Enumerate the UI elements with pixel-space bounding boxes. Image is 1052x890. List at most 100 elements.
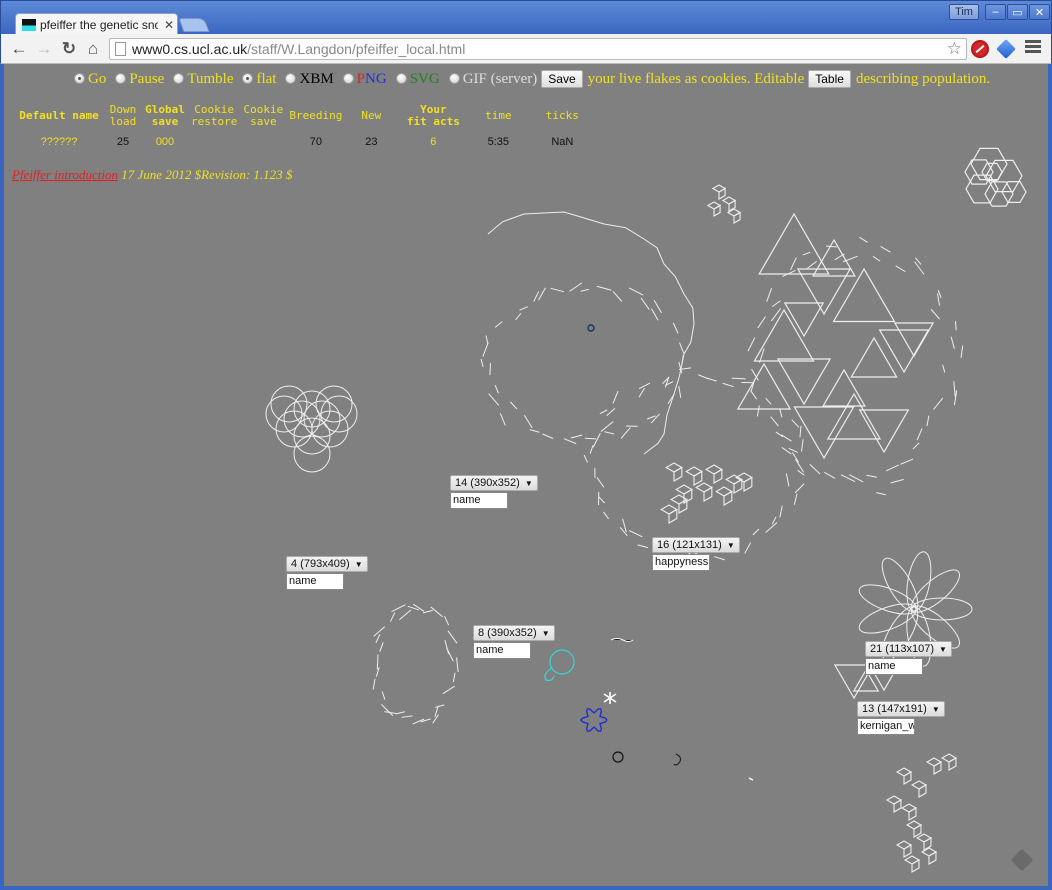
table-button[interactable]: Table bbox=[808, 70, 851, 88]
flake-dash bbox=[650, 413, 660, 424]
flake-dash bbox=[678, 385, 682, 398]
rhombus-mark bbox=[895, 840, 913, 850]
flake-dash bbox=[775, 431, 784, 438]
flake-black-small bbox=[612, 751, 624, 763]
new-tab-button[interactable] bbox=[178, 18, 210, 32]
rhombus-mark bbox=[733, 478, 743, 494]
rhombus-mark bbox=[928, 851, 937, 865]
flake-dash bbox=[494, 321, 503, 328]
flake-dash bbox=[569, 282, 583, 292]
hexagon-mark bbox=[985, 159, 1023, 193]
flake-dash bbox=[435, 704, 445, 708]
flake-name-input-16[interactable]: happyness bbox=[652, 554, 710, 571]
flake-name-input-14[interactable]: name bbox=[450, 492, 508, 509]
flake-name-input-21[interactable]: name bbox=[865, 658, 923, 675]
flake-name-input-8[interactable]: name bbox=[473, 642, 531, 659]
label-flat: flat bbox=[256, 70, 277, 87]
flake-dash bbox=[807, 260, 817, 269]
rhombus-mark bbox=[715, 486, 733, 497]
flake-dash bbox=[381, 704, 394, 716]
radio-go[interactable] bbox=[74, 72, 85, 84]
intro-line: Pfeiffer introduction 17 June 2012 $Revi… bbox=[12, 167, 292, 183]
flake-dash bbox=[779, 408, 783, 418]
menu-hamburger-icon[interactable] bbox=[1025, 40, 1041, 56]
radio-svg[interactable] bbox=[395, 72, 407, 84]
radio-pause[interactable] bbox=[115, 72, 127, 84]
flake-select-13[interactable]: 13 (147x191) ▼ bbox=[857, 701, 945, 717]
flake-dash bbox=[550, 287, 565, 293]
close-window-button[interactable]: ✕ bbox=[1029, 4, 1050, 20]
flake-dash bbox=[914, 261, 925, 275]
flake-name-input-13[interactable]: kernigan_w bbox=[857, 718, 915, 735]
flake-circles bbox=[265, 385, 358, 473]
flake-dash bbox=[580, 288, 589, 292]
flake-dash bbox=[766, 287, 773, 302]
profile-button[interactable]: Tim bbox=[949, 4, 979, 20]
flake-dash bbox=[620, 427, 631, 439]
save-button[interactable]: Save bbox=[541, 70, 583, 88]
flake-dash bbox=[381, 691, 386, 700]
flake-dash bbox=[542, 433, 554, 439]
flake-dash bbox=[779, 505, 783, 518]
rhombus-mark bbox=[743, 476, 753, 492]
extension-diamond-icon[interactable] bbox=[996, 39, 1016, 59]
label-png: PNG bbox=[357, 71, 387, 88]
flake-dashed-loop-14 bbox=[480, 282, 685, 445]
bookmark-star-icon[interactable]: ☆ bbox=[947, 39, 962, 59]
radio-tumble[interactable] bbox=[173, 72, 185, 84]
address-bar[interactable]: www0.cs.ucl.ac.uk/staff/W.Langdon/pfeiff… bbox=[109, 38, 967, 60]
tab-pfeiffer[interactable]: pfeiffer the genetic snow ✕ bbox=[15, 13, 178, 36]
home-icon[interactable]: ⌂ bbox=[83, 39, 103, 59]
forward-arrow-icon[interactable]: → bbox=[34, 39, 54, 59]
flake-dash bbox=[446, 647, 454, 662]
label-png-g: G bbox=[375, 70, 387, 87]
flake-dash bbox=[570, 434, 583, 439]
ucl-favicon-icon bbox=[22, 19, 36, 31]
flake-dash bbox=[885, 464, 900, 472]
flake-dash bbox=[876, 492, 886, 496]
radio-gif[interactable] bbox=[448, 72, 460, 84]
flake-dash bbox=[563, 438, 577, 445]
rhombus-mark bbox=[900, 803, 918, 813]
minimize-button[interactable]: – bbox=[985, 4, 1006, 20]
pfeiffer-introduction-link[interactable]: Pfeiffer introduction bbox=[12, 167, 118, 182]
header-new: New bbox=[361, 109, 382, 122]
reload-icon[interactable]: ↻ bbox=[59, 39, 79, 59]
flake-select-8[interactable]: 8 (390x352) ▼ bbox=[473, 625, 555, 641]
radio-flat[interactable] bbox=[242, 72, 254, 84]
flake-widget-21: 21 (113x107) ▼ name bbox=[865, 641, 952, 675]
flake-select-14[interactable]: 14 (390x352) ▼ bbox=[450, 475, 538, 491]
flake-select-16[interactable]: 16 (121x131) ▼ bbox=[652, 537, 740, 553]
flake-select-4[interactable]: 4 (793x409) ▼ bbox=[286, 556, 368, 572]
flake-dash bbox=[638, 387, 645, 398]
flake-dash bbox=[916, 428, 923, 441]
flake-dash bbox=[452, 672, 456, 683]
triangle-mark bbox=[822, 368, 866, 407]
flake-widget-14: 14 (390x352) ▼ name bbox=[450, 475, 538, 509]
header-download: Down load bbox=[109, 103, 137, 128]
flake-dash bbox=[770, 416, 779, 427]
header-cookie-save: Cookie save bbox=[243, 103, 284, 128]
label-go: Go bbox=[88, 70, 107, 87]
flake-dash bbox=[628, 530, 643, 538]
flake-name-input-4[interactable]: name bbox=[286, 573, 344, 590]
value-ticks: NaN bbox=[551, 136, 574, 148]
back-arrow-icon[interactable]: ← bbox=[9, 39, 29, 59]
label-gif: GIF (server) bbox=[462, 70, 538, 87]
radio-xbm[interactable] bbox=[285, 72, 297, 84]
flake-dash bbox=[447, 630, 458, 644]
flake-dash bbox=[731, 377, 746, 380]
adblock-extension-icon[interactable] bbox=[971, 40, 989, 58]
tab-close-icon[interactable]: ✕ bbox=[164, 18, 174, 32]
rhombus-mark bbox=[713, 204, 721, 217]
flake-select-21[interactable]: 21 (113x107) ▼ bbox=[865, 641, 952, 657]
flake-dash bbox=[389, 612, 396, 622]
flake-dash bbox=[765, 397, 772, 405]
rhombus-mark bbox=[905, 820, 923, 830]
flake-dash bbox=[584, 437, 597, 440]
dropdown-arrow-icon: ▼ bbox=[939, 645, 947, 654]
rhombus-mark bbox=[933, 761, 942, 775]
flake-widget-8: 8 (390x352) ▼ name bbox=[473, 625, 555, 659]
maximize-button[interactable]: ▭ bbox=[1007, 4, 1028, 20]
radio-png[interactable] bbox=[342, 72, 354, 84]
